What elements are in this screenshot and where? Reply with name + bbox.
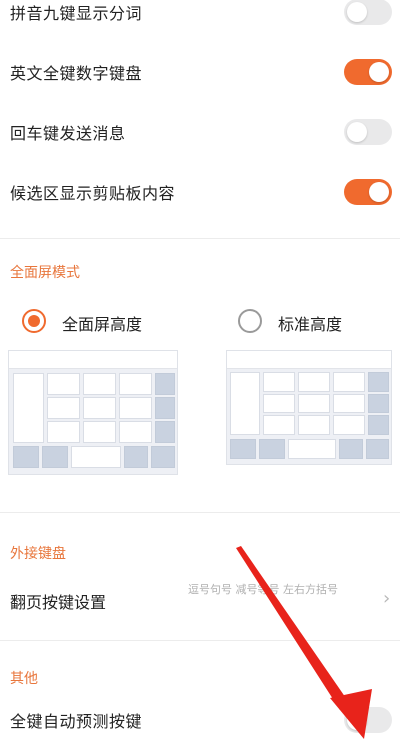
auto-predict-keys-toggle[interactable]: [344, 707, 392, 733]
keyboard-candidate-bar: [9, 351, 177, 369]
arrow-shaft: [236, 546, 350, 710]
key: [83, 373, 116, 395]
key: [119, 373, 152, 395]
setting-label: 英文全键数字键盘: [10, 64, 143, 83]
setting-row-english-number-keyboard[interactable]: 英文全键数字键盘: [0, 52, 400, 92]
toggle-knob: [347, 2, 367, 22]
section-divider: [0, 640, 400, 641]
key: [124, 446, 148, 468]
key: [298, 394, 330, 413]
radio-label-standard-height[interactable]: 标准高度: [278, 311, 342, 335]
setting-label: 拼音九键显示分词: [10, 4, 143, 23]
key: [155, 373, 175, 395]
key: [298, 415, 330, 435]
key: [263, 394, 295, 413]
key: [13, 373, 44, 443]
external-keyboard-title: 外接键盘: [10, 546, 66, 562]
other-section-title: 其他: [10, 671, 38, 687]
english-number-keyboard-toggle[interactable]: [344, 59, 392, 85]
toggle-knob: [369, 62, 389, 82]
page-key-setting-row[interactable]: 翻页按键设置 逗号句号 减号等号 左右方括号 ›: [0, 578, 400, 622]
fullscreen-radio-row: 全面屏高度 标准高度: [0, 304, 400, 338]
toggle-knob: [347, 710, 367, 730]
fullscreen-mode-title: 全面屏模式: [10, 265, 80, 281]
key: [13, 446, 39, 468]
key: [368, 372, 389, 392]
key: [42, 446, 68, 468]
key: [333, 372, 365, 392]
key: [230, 439, 256, 459]
toggle-knob: [347, 122, 367, 142]
setting-row-auto-predict-keys[interactable]: 全键自动预测按键: [0, 700, 400, 739]
key: [47, 397, 80, 419]
key: [47, 421, 80, 443]
pinyin-segmentation-toggle[interactable]: [344, 0, 392, 25]
key: [288, 439, 336, 459]
keyboard-candidate-bar: [227, 351, 391, 369]
key: [151, 446, 175, 468]
key: [368, 415, 389, 435]
key: [368, 394, 389, 413]
key: [333, 415, 365, 435]
key: [263, 372, 295, 392]
key: [263, 415, 295, 435]
key: [155, 397, 175, 419]
key: [47, 373, 80, 395]
radio-fullscreen-height[interactable]: [22, 309, 46, 333]
chevron-right-icon: ›: [383, 588, 391, 609]
key: [119, 397, 152, 419]
section-divider: [0, 238, 400, 239]
key: [339, 439, 363, 459]
clipboard-candidates-toggle[interactable]: [344, 179, 392, 205]
key: [83, 397, 116, 419]
keyboard-preview-standard[interactable]: [226, 350, 392, 465]
key: [119, 421, 152, 443]
section-divider: [0, 512, 400, 513]
key: [259, 439, 285, 459]
key: [298, 372, 330, 392]
key: [366, 439, 389, 459]
setting-label: 全键自动预测按键: [10, 712, 143, 731]
enter-send-toggle[interactable]: [344, 119, 392, 145]
radio-label-fullscreen-height[interactable]: 全面屏高度: [62, 311, 142, 335]
setting-row-enter-send[interactable]: 回车键发送消息: [0, 112, 400, 152]
setting-label: 候选区显示剪贴板内容: [10, 184, 176, 203]
key: [83, 421, 116, 443]
toggle-knob: [369, 182, 389, 202]
page-key-setting-value: 逗号句号 减号等号 左右方括号: [188, 583, 338, 596]
setting-label: 回车键发送消息: [10, 124, 126, 143]
keyboard-preview-fullscreen[interactable]: [8, 350, 178, 475]
key: [71, 446, 121, 468]
key: [155, 421, 175, 443]
setting-row-pinyin-nine-key[interactable]: 拼音九键显示分词: [0, 0, 400, 30]
page-key-setting-label: 翻页按键设置: [10, 593, 107, 612]
setting-row-clipboard-candidates[interactable]: 候选区显示剪贴板内容: [0, 172, 400, 212]
key: [333, 394, 365, 413]
radio-standard-height[interactable]: [238, 309, 262, 333]
key: [230, 372, 260, 435]
